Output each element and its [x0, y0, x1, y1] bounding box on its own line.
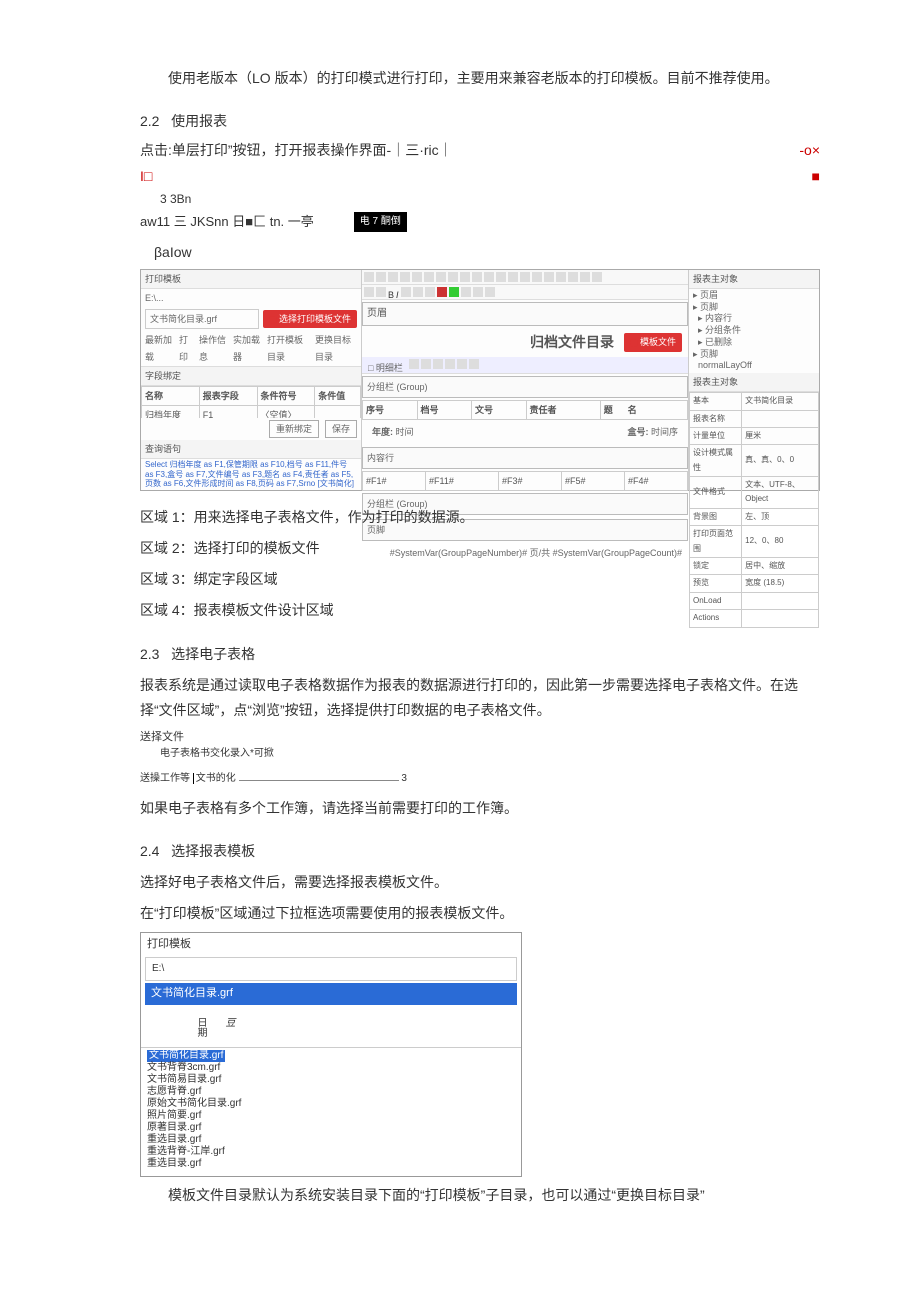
- list-item[interactable]: 志愿背脊.grf: [147, 1086, 515, 1098]
- list-item[interactable]: 重选背脊-江岸.grf: [147, 1146, 515, 1158]
- file-select-line1: 电子表格书交化录入*可掀: [160, 746, 820, 761]
- report-title: 归档文件目录: [530, 330, 614, 355]
- object-tree[interactable]: ▸ 页眉 ▸ 页脚 ▸ 内容行 ▸ 分组条件 ▸ 已删除 ▸ 页脚 normal…: [689, 289, 819, 373]
- text: I□: [140, 164, 152, 189]
- s22-line1: 点击:单层打印”按钮，打开报表操作界面- ｜ 三·ric ｜ -o×: [140, 138, 820, 163]
- footer-expression: #SystemVar(GroupPageNumber)# 页/共 #System…: [362, 543, 688, 563]
- red-square: ■: [812, 164, 820, 189]
- print-template-header: 打印模板: [141, 270, 361, 289]
- s22-line2: I□ ■: [140, 164, 820, 189]
- s22-line5: βaIow: [154, 240, 820, 265]
- toolbar-top[interactable]: [362, 270, 688, 285]
- template-file-button[interactable]: 模板文件: [624, 333, 682, 351]
- rebind-button[interactable]: 重新绑定: [269, 420, 319, 438]
- section-num: 2.3: [140, 646, 159, 662]
- template-path: E:\: [145, 957, 517, 981]
- list-item[interactable]: 文书简易目录.grf: [147, 1074, 515, 1086]
- tab-row: 最新加载 打印 操作信息 实加载器 打开模板目录 更换目标目录: [141, 331, 361, 366]
- template-path: E:\...: [141, 289, 361, 307]
- template-selected[interactable]: 文书简化目录.grf: [145, 983, 517, 1005]
- template-dropdown-list[interactable]: 文书简化目录.grf 文书背脊3cm.grf 文书简易目录.grf 志愿背脊.g…: [141, 1047, 521, 1176]
- s23-p1: 报表系统是通过读取电子表格数据作为报表的数据源进行打印的，因此第一步需要选择电子…: [140, 673, 820, 723]
- s24-footer: 模板文件目录默认为系统安装目录下面的“打印模板”子目录，也可以通过“更换目标目录…: [140, 1183, 820, 1208]
- report-columns: 序号 档号 文号 责任者 题 名: [362, 400, 688, 420]
- s22-line4: aw11 三 JKSnn 日■匚 tn. 一亭 电 7 酮倒: [140, 210, 820, 233]
- tab-loader[interactable]: 实加载器: [233, 332, 261, 364]
- tab-info[interactable]: 操作信息: [199, 332, 227, 364]
- section-2-3-title: 2.3 选择电子表格: [140, 642, 820, 667]
- section-num: 2.2: [140, 113, 159, 129]
- list-item[interactable]: 文书简化目录.grf: [147, 1050, 225, 1062]
- table-row[interactable]: 归档年度F1〈空值〉: [142, 406, 361, 418]
- property-grid-header: 报表主对象: [689, 373, 819, 392]
- file-select-title: 送择文件: [140, 729, 820, 746]
- intro-paragraph: 使用老版本（LO 版本）的打印模式进行打印，主要用来兼容老版本的打印模板。目前不…: [140, 66, 820, 91]
- section-num: 2.4: [140, 843, 159, 859]
- field-bind-header: 字段绑定: [141, 367, 361, 386]
- text: aw11 三 JKSnn 日■匚 tn. 一亭: [140, 210, 314, 233]
- template-panel-title: 打印模板: [141, 933, 521, 957]
- window-close-indicator: -o×: [799, 138, 820, 163]
- col-name: 名称: [142, 387, 200, 406]
- toolbar-format[interactable]: BI: [362, 285, 688, 300]
- section-label: 使用报表: [171, 113, 227, 129]
- property-grid[interactable]: 基本文书简化目录 报表名称 计量单位厘米 设计模式属性真、真、0、0 文件格式文…: [689, 392, 819, 627]
- content-row[interactable]: 内容行: [362, 447, 688, 469]
- text: 三·ric: [405, 138, 438, 163]
- select-template-button[interactable]: 选择打印模板文件: [263, 310, 357, 328]
- s23-p2: 如果电子表格有多个工作簿，请选择当前需要打印的工作簿。: [140, 796, 820, 821]
- list-item[interactable]: 原著目录.grf: [147, 1122, 515, 1134]
- template-select[interactable]: 文书简化目录.grf: [145, 309, 259, 329]
- file-select-block: 送择文件 电子表格书交化录入*可掀 送操工作等 文书的化 3: [140, 729, 820, 786]
- section-label: 选择报表模板: [171, 843, 255, 859]
- page-header-box[interactable]: 页眉: [362, 302, 688, 326]
- object-tree-header: 报表主对象: [689, 270, 819, 289]
- report-editor-screenshot: 打印模板 E:\... 文书简化目录.grf 选择打印模板文件 最新加载 打印 …: [140, 269, 820, 491]
- field-bind-table[interactable]: 名称 报表字段 条件符号 条件值 归档年度F1〈空值〉 保管期限F10〈空值〉 …: [141, 386, 361, 418]
- list-item[interactable]: 原始文书简化目录.grf: [147, 1098, 515, 1110]
- list-item[interactable]: 重选目录.grf: [147, 1158, 515, 1170]
- list-item[interactable]: 文书背脊3cm.grf: [147, 1062, 515, 1074]
- template-dropdown-panel: 打印模板 E:\ 文书简化目录.grf 日期 豆 文书简化目录.grf 文书背脊…: [140, 932, 522, 1177]
- text: ｜: [391, 138, 405, 163]
- s22-line3: 3 3Bn: [160, 189, 820, 211]
- file-select-line2: 送操工作等 文书的化 3: [140, 771, 820, 786]
- col-field: 报表字段: [199, 387, 257, 406]
- tab-recent[interactable]: 最新加载: [145, 332, 173, 364]
- tab-print[interactable]: 打印: [179, 332, 193, 364]
- group-header[interactable]: 分组栏 (Group): [362, 376, 688, 398]
- tab-change-dir[interactable]: 更换目标目录: [315, 332, 357, 364]
- template-mid-labels: 日期 豆: [141, 1007, 521, 1047]
- col-val: 条件值: [315, 387, 361, 406]
- save-button[interactable]: 保存: [325, 420, 357, 438]
- list-item[interactable]: 照片简要.grf: [147, 1110, 515, 1122]
- text: ｜: [439, 138, 453, 163]
- sql-header: 查询语句: [141, 440, 361, 459]
- list-item[interactable]: 重选目录.grf: [147, 1134, 515, 1146]
- s24-p2: 在“打印模板”区域通过下拉框选项需要使用的报表模板文件。: [140, 901, 820, 926]
- property-pane: 报表主对象 ▸ 页眉 ▸ 页脚 ▸ 内容行 ▸ 分组条件 ▸ 已删除 ▸ 页脚 …: [689, 270, 819, 490]
- tab-open-dir[interactable]: 打开模板目录: [267, 332, 309, 364]
- section-2-4-title: 2.4 选择报表模板: [140, 839, 820, 864]
- design-pane: BI 页眉 归档文件目录 模板文件 □ 明细栏 分组栏 (Group) 序号 档…: [362, 270, 689, 490]
- dark-badge: 电 7 酮倒: [354, 212, 407, 232]
- section-label: 选择电子表格: [171, 646, 255, 662]
- toolbar-mid[interactable]: □ 明细栏: [362, 357, 688, 374]
- col-op: 条件符号: [257, 387, 315, 406]
- s24-p1: 选择好电子表格文件后，需要选择报表模板文件。: [140, 870, 820, 895]
- sql-text: Select 归档年度 as F1,保管期限 as F10,档号 as F11,…: [141, 459, 361, 490]
- left-pane: 打印模板 E:\... 文书简化目录.grf 选择打印模板文件 最新加载 打印 …: [141, 270, 362, 490]
- report-data-row: #F1# #F11# #F3# #F5# #F4#: [362, 471, 688, 491]
- text: 点击:单层打印”按钮，打开报表操作界面-: [140, 138, 391, 163]
- section-2-2-title: 2.2 使用报表: [140, 109, 820, 134]
